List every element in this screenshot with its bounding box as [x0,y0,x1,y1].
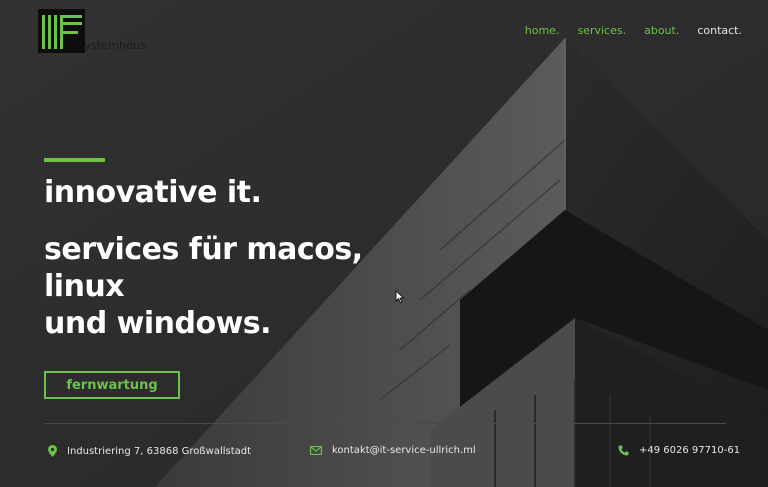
hero-accent-line [44,158,105,162]
fernwartung-button[interactable]: fernwartung [44,371,180,399]
logo-mark [38,9,85,53]
contact-address: Industriering 7, 63868 Großwallstadt [48,445,251,457]
email-link[interactable]: kontakt@it-service-ullrich.ml [332,445,476,456]
mouse-cursor-icon [395,290,405,304]
nav-home[interactable]: home. [525,24,560,37]
address-text: Industriering 7, 63868 Großwallstadt [67,445,252,457]
mail-icon [310,446,322,455]
contact-phone[interactable]: +49 6026 97710-61 [618,445,740,456]
logo-wordmark: ystemhous [84,39,147,52]
nav-services[interactable]: services. [577,24,626,37]
contact-email[interactable]: kontakt@it-service-ullrich.ml [310,445,476,456]
map-pin-icon [48,445,57,457]
phone-link[interactable]: +49 6026 97710-61 [639,445,740,456]
hero-subtitle-line: und windows. [44,306,272,341]
main-nav: home. services. about. contact. [525,24,742,37]
logo-it-mark-icon [42,15,82,49]
hero-subtitle-line: services für macos, [44,232,363,267]
hero-title: innovative it. [44,175,262,210]
nav-about[interactable]: about. [644,24,679,37]
hero-subtitle-line: linux [44,269,125,304]
footer-divider [44,423,726,424]
nav-contact[interactable]: contact. [697,24,742,37]
hero-subtitle: services für macos, linux und windows. [44,231,363,342]
site-logo[interactable]: ystemhous [38,9,158,55]
phone-icon [618,445,629,456]
